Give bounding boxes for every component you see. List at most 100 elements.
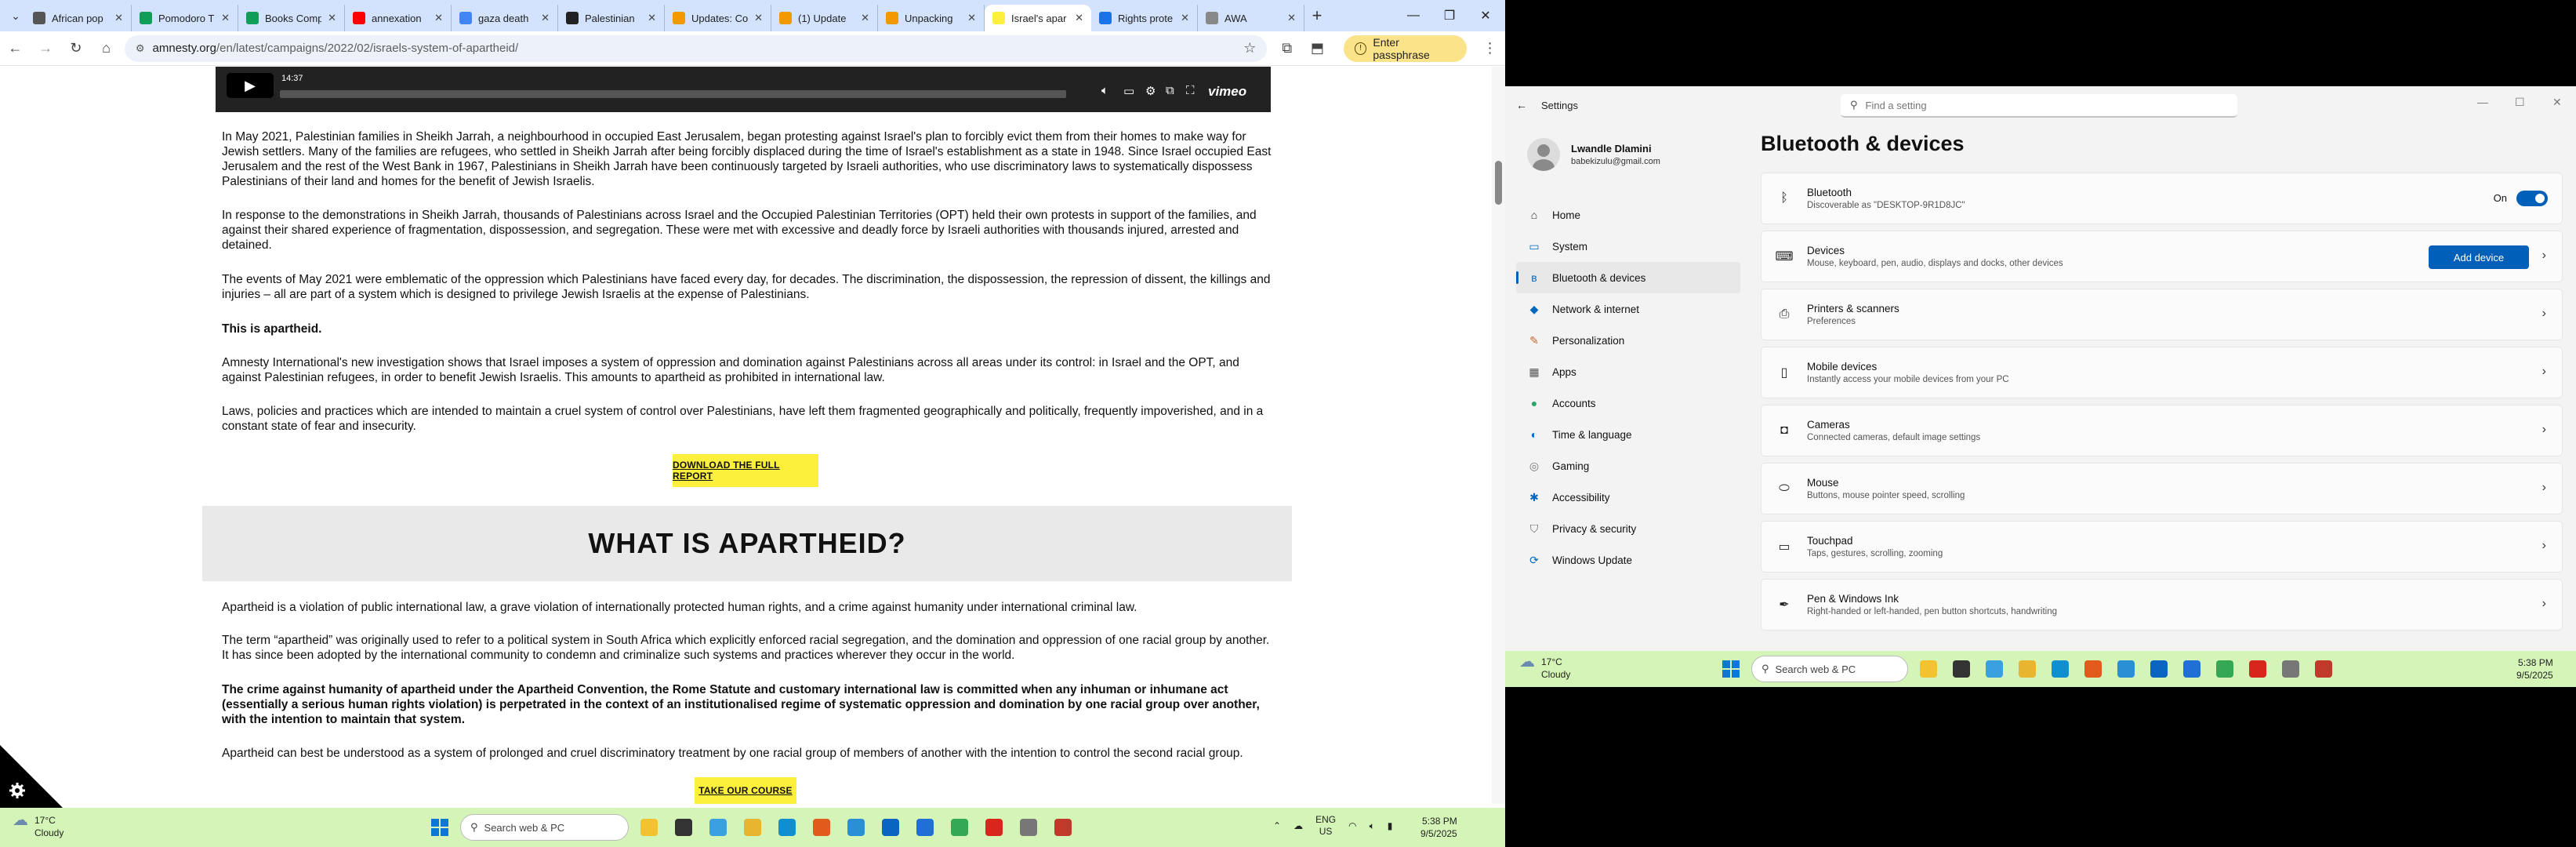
settings-search-input[interactable] [1865,99,2211,111]
play-icon[interactable]: ▶ [227,73,274,98]
nav-item[interactable]: ✎ Personalization [1516,325,1740,356]
copilot-icon[interactable] [1980,655,2008,683]
tab-close-icon[interactable]: ✕ [541,12,550,24]
browser-tab[interactable]: AWA ✕ [1198,5,1304,31]
browser-tab[interactable]: Unpacking ✕ [878,5,985,31]
browser-tab[interactable]: Pomodoro T ✕ [132,5,238,31]
menu-icon[interactable]: ⋮ [1475,33,1505,64]
pip-icon[interactable]: ⧉ [1166,84,1174,97]
video-progress-bar[interactable] [280,90,1066,98]
folder-icon[interactable] [2013,655,2041,683]
user-profile[interactable]: Lwandle Dlamini babekizulu@gmail.com [1527,138,1660,171]
battery-icon[interactable]: ▮ [1388,820,1393,831]
acrobat-icon[interactable] [2244,655,2272,683]
chrome-icon[interactable] [945,813,974,842]
wifi-icon[interactable]: ◠ [1348,820,1356,831]
browser-tab[interactable]: Updates: Co ✕ [665,5,771,31]
devices-card[interactable]: ⌨ Devices Mouse, keyboard, pen, audio, d… [1761,231,2563,282]
volume-icon[interactable]: 🔈︎ [1101,84,1108,97]
restore-icon[interactable]: ❐ [1431,0,1468,31]
tab-close-icon[interactable]: ✕ [434,12,443,24]
language-indicator[interactable]: ENG US [1315,814,1336,838]
outlook-icon[interactable] [2145,655,2173,683]
nav-item[interactable]: ʙ Bluetooth & devices [1516,262,1740,293]
nav-item[interactable]: ✱ Accessibility [1516,482,1740,513]
forward-icon[interactable]: → [31,33,61,64]
nav-item[interactable]: ● Accounts [1516,387,1740,419]
vscode-icon[interactable] [842,813,870,842]
captions-icon[interactable]: ▭ [1123,84,1134,98]
tab-close-icon[interactable]: ✕ [114,12,123,24]
tab-close-icon[interactable]: ✕ [1287,12,1296,24]
close-icon[interactable]: ✕ [2552,96,2562,109]
tab-close-icon[interactable]: ✕ [1181,12,1189,24]
settings-icon[interactable]: ⚙ [1145,84,1156,98]
browser-tab[interactable]: annexation ✕ [345,5,452,31]
new-tab-button[interactable]: + [1304,5,1330,26]
clock[interactable]: 5:38 PM 9/5/2025 [1420,815,1457,840]
address-bar[interactable]: ⚙ amnesty.org/en/latest/campaigns/2022/0… [124,35,1268,62]
add-device-button[interactable]: Add device [2429,245,2529,269]
settings-card[interactable]: ✒ Pen & Windows Ink Right-handed or left-h… [1761,579,2563,631]
browser-tab[interactable]: African pop ✕ [25,5,132,31]
browser-tab[interactable]: Palestinian ✕ [558,5,665,31]
taskbar-search[interactable]: ⚲ Search web & PC [460,814,629,841]
task-view-icon[interactable] [1947,655,1976,683]
settings-card[interactable]: ▯ Mobile devices Instantly access your mob… [1761,347,2563,398]
settings-app-icon[interactable] [2277,655,2305,683]
downloads-icon[interactable]: ⬒ [1302,33,1333,64]
task-view-icon[interactable] [669,813,698,842]
nav-item[interactable]: ▭ System [1516,231,1740,262]
extensions-icon[interactable]: ⧉ [1272,33,1302,64]
bluetooth-card[interactable]: ᛒ Bluetooth Discoverable as "DESKTOP-9R1… [1761,173,2563,224]
nav-item[interactable]: ⌂ Home [1516,199,1740,231]
nav-item[interactable]: ⟳ Windows Update [1516,544,1740,576]
weather-widget[interactable]: ☁ 17°C Cloudy [1519,654,1570,681]
tab-close-icon[interactable]: ✕ [861,12,869,24]
minimize-icon[interactable]: — [1395,0,1431,31]
tab-close-icon[interactable]: ✕ [648,12,656,24]
scrollbar-thumb[interactable] [1495,161,1502,205]
browser-tab[interactable]: Israel's apar ✕ [985,5,1091,31]
app-icon[interactable] [1049,813,1077,842]
settings-search[interactable]: ⚲ [1841,94,2237,118]
chevron-up-icon[interactable]: ⌃ [1273,820,1281,831]
home-icon[interactable]: ⌂ [91,33,122,64]
edge-icon[interactable] [773,813,801,842]
tab-close-icon[interactable]: ✕ [221,12,230,24]
browser-tab[interactable]: (1) Update ✕ [771,5,878,31]
take-course-button[interactable]: TAKE OUR COURSE [695,777,796,804]
store-icon[interactable] [2178,655,2206,683]
outlook-icon[interactable] [876,813,905,842]
start-icon[interactable] [426,813,454,842]
brave-icon[interactable] [807,813,836,842]
maximize-icon[interactable]: ☐ [2515,96,2525,109]
settings-card[interactable]: ◘ Cameras Connected cameras, default image… [1761,405,2563,456]
fullscreen-icon[interactable]: ⛶ [1186,84,1195,97]
tab-close-icon[interactable]: ✕ [328,12,336,24]
taskbar-search[interactable]: ⚲ Search web & PC [1751,656,1908,682]
nav-item[interactable]: ◎ Gaming [1516,450,1740,482]
vimeo-logo[interactable]: vimeo [1208,84,1246,100]
file-explorer-icon[interactable] [635,813,663,842]
browser-tab[interactable]: Rights prote ✕ [1091,5,1198,31]
page-scrollbar[interactable] [1492,67,1505,804]
enter-passphrase-button[interactable]: ! Enter passphrase [1343,35,1468,62]
tab-close-icon[interactable]: ✕ [1075,12,1083,24]
store-icon[interactable] [911,813,939,842]
settings-app-icon[interactable] [1014,813,1043,842]
close-icon[interactable]: ✕ [1468,0,1504,31]
back-icon[interactable]: ← [1516,99,1527,111]
onedrive-icon[interactable]: ☁ [1293,820,1303,831]
browser-tab[interactable]: Books Comp ✕ [238,5,345,31]
reload-icon[interactable]: ↻ [60,33,91,64]
browser-tab[interactable]: gaza death ✕ [452,5,558,31]
folder-icon[interactable] [738,813,767,842]
file-explorer-icon[interactable] [1914,655,1943,683]
settings-card[interactable]: ⎙ Printers & scanners Preferences › [1761,289,2563,340]
clock[interactable]: 5:38 PM 9/5/2025 [2516,656,2553,682]
acrobat-icon[interactable] [980,813,1008,842]
edge-icon[interactable] [2046,655,2074,683]
nav-item[interactable]: ◐ Time & language [1516,419,1740,450]
cookie-settings-icon[interactable] [0,745,63,808]
